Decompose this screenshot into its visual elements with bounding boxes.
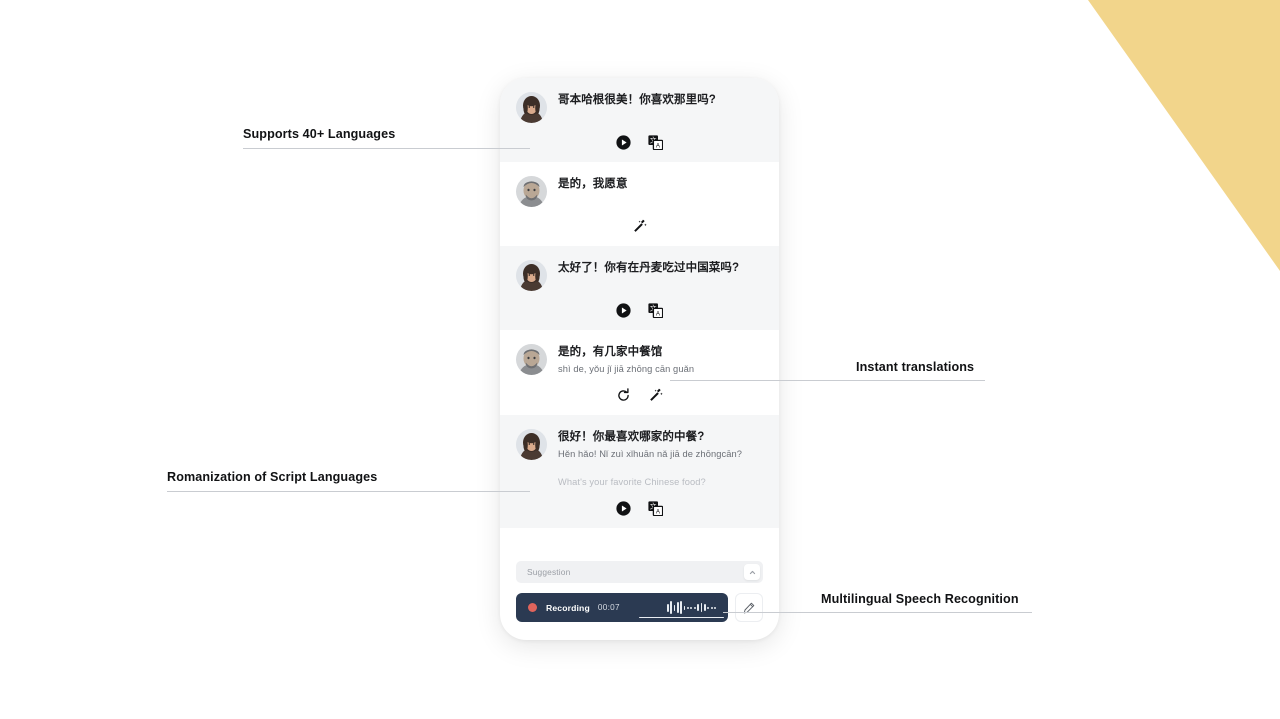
magic-wand-icon[interactable] — [648, 388, 663, 403]
recording-timer: 00:07 — [597, 603, 620, 612]
avatar — [516, 429, 547, 460]
message-actions: 文A — [516, 303, 763, 318]
avatar — [516, 176, 547, 207]
play-icon[interactable] — [616, 501, 631, 516]
message-actions — [516, 219, 763, 234]
callout-romanization: Romanization of Script Languages — [167, 470, 530, 492]
refresh-icon[interactable] — [616, 388, 631, 403]
waveform-icon — [666, 601, 716, 615]
message-row[interactable]: 是的，我愿意 — [500, 162, 779, 246]
magic-wand-icon[interactable] — [632, 219, 647, 234]
translate-icon[interactable]: 文A — [648, 135, 663, 150]
message-header: 是的，我愿意 — [516, 176, 763, 207]
message-header: 太好了！你有在丹麦吃过中国菜吗? — [516, 260, 763, 291]
message-actions: 文A — [516, 501, 763, 516]
message-header: 哥本哈根很美！你喜欢那里吗? — [516, 92, 763, 123]
play-icon[interactable] — [616, 135, 631, 150]
message-primary-text: 太好了！你有在丹麦吃过中国菜吗? — [558, 262, 740, 274]
callout-label: Multilingual Speech Recognition — [821, 592, 1019, 606]
translate-icon[interactable]: 文A — [648, 303, 663, 318]
recording-progress-line — [638, 616, 724, 618]
callout-leader-line — [670, 380, 985, 381]
suggestion-bar[interactable]: Suggestion — [516, 561, 763, 583]
message-row[interactable]: 太好了！你有在丹麦吃过中国菜吗? 文A — [500, 246, 779, 330]
message-row[interactable]: 哥本哈根很美！你喜欢那里吗? 文A — [500, 78, 779, 162]
message-actions: 文A — [516, 135, 763, 150]
recording-status-label: Recording — [546, 602, 590, 613]
play-icon[interactable] — [616, 303, 631, 318]
phone-device: 哥本哈根很美！你喜欢那里吗? 文A — [500, 78, 779, 640]
avatar — [516, 92, 547, 123]
message-primary-text: 是的，有几家中餐馆 — [558, 346, 663, 358]
promo-screenshot: 哥本哈根很美！你喜欢那里吗? 文A — [0, 0, 1280, 719]
callout-leader-line — [723, 612, 1032, 613]
message-text: 很好！你最喜欢哪家的中餐? Hěn hǎo! Nǐ zuì xǐhuān nǎ … — [558, 429, 763, 489]
message-row[interactable]: 很好！你最喜欢哪家的中餐? Hěn hǎo! Nǐ zuì xǐhuān nǎ … — [500, 415, 779, 528]
callout-label: Romanization of Script Languages — [167, 470, 378, 484]
conversation-thread: 哥本哈根很美！你喜欢那里吗? 文A — [500, 78, 779, 561]
recording-bar[interactable]: Recording 00:07 — [516, 593, 728, 622]
callout-instant-translations: Instant translations — [670, 360, 985, 381]
callout-speech-recognition: Multilingual Speech Recognition — [723, 592, 1032, 613]
decorative-corner-triangle — [1088, 0, 1280, 271]
avatar — [516, 260, 547, 291]
translate-icon[interactable]: 文A — [648, 501, 663, 516]
recording-indicator-dot — [528, 603, 537, 612]
callout-label: Instant translations — [856, 360, 975, 374]
message-header: 很好！你最喜欢哪家的中餐? Hěn hǎo! Nǐ zuì xǐhuān nǎ … — [516, 429, 763, 489]
callout-leader-line — [243, 148, 530, 149]
message-primary-text: 哥本哈根很美！你喜欢那里吗? — [558, 94, 716, 106]
message-text: 是的，我愿意 — [558, 176, 763, 192]
message-gloss-translation: What's your favorite Chinese food? — [558, 477, 706, 487]
suggestion-bar-wrapper: Suggestion — [500, 561, 779, 583]
callout-supports-languages: Supports 40+ Languages — [243, 127, 530, 149]
message-text: 哥本哈根很美！你喜欢那里吗? — [558, 92, 763, 108]
suggestion-label: Suggestion — [527, 567, 571, 577]
phone-screen: 哥本哈根很美！你喜欢那里吗? 文A — [500, 78, 779, 640]
callout-label: Supports 40+ Languages — [243, 127, 396, 141]
message-actions — [516, 388, 763, 403]
callout-leader-line — [167, 491, 530, 492]
message-text: 太好了！你有在丹麦吃过中国菜吗? — [558, 260, 763, 276]
avatar — [516, 344, 547, 375]
chevron-up-icon[interactable] — [744, 564, 760, 580]
message-romanization: Hěn hǎo! Nǐ zuì xǐhuān nǎ jiā de zhōngcā… — [558, 449, 743, 459]
message-primary-text: 是的，我愿意 — [558, 178, 628, 190]
message-primary-text: 很好！你最喜欢哪家的中餐? — [558, 431, 705, 443]
